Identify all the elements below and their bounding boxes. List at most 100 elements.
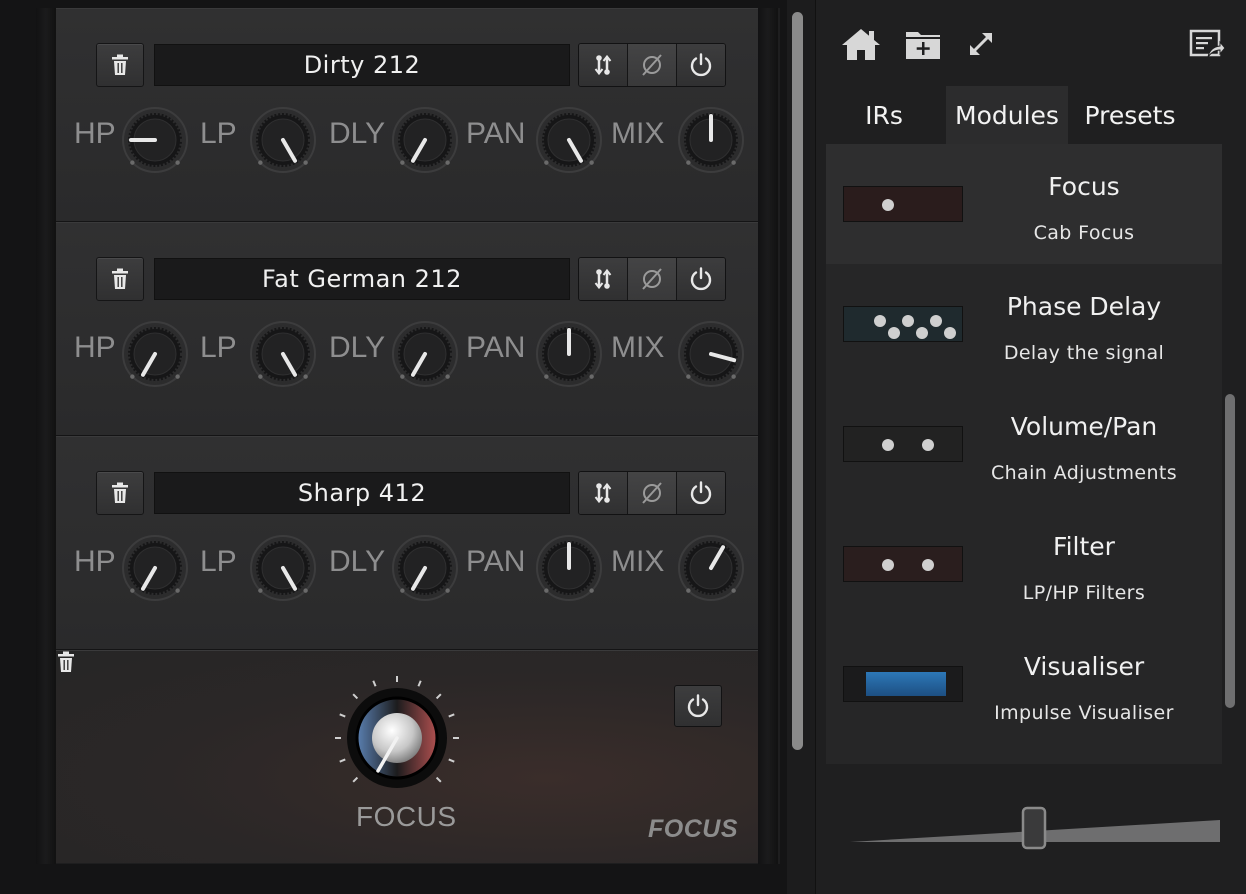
module-list-item[interactable]: Filter LP/HP Filters: [826, 504, 1222, 624]
cab-module: Fat German 212 HP LP DLY PAN MIX: [56, 222, 758, 437]
phase-invert-button[interactable]: [628, 44, 677, 86]
knob-limit-dot: [258, 374, 263, 379]
knob-limit-dot: [731, 588, 736, 593]
mix-knob[interactable]: [676, 319, 746, 389]
module-subtitle: Delay the signal: [1003, 342, 1165, 364]
thumb-knob: [902, 315, 914, 327]
thumb-knob: [874, 315, 886, 327]
focus-knob[interactable]: [332, 673, 462, 803]
hp-knob[interactable]: [120, 533, 190, 603]
module-list-item[interactable]: Focus Cab Focus: [826, 144, 1222, 264]
dly-knob[interactable]: [390, 533, 460, 603]
tab-presets[interactable]: Presets: [1072, 86, 1188, 144]
module-list-scrollbar[interactable]: [1225, 394, 1235, 708]
power-button[interactable]: [677, 258, 725, 300]
focus-tick: [448, 713, 455, 718]
dly-knob[interactable]: [390, 105, 460, 175]
hp-knob[interactable]: [120, 319, 190, 389]
pan-knob[interactable]: [534, 533, 604, 603]
knob-limit-dot: [445, 160, 450, 165]
focus-tick: [435, 693, 442, 700]
ir-name-field[interactable]: Sharp 412: [154, 472, 570, 514]
thumb-knob: [882, 439, 894, 451]
knob-limit-dot: [303, 374, 308, 379]
mix-knob[interactable]: [676, 533, 746, 603]
pan-knob[interactable]: [534, 105, 604, 175]
module-title: Volume/Pan: [1010, 412, 1158, 441]
module-button-group: [578, 43, 726, 87]
focus-tick: [352, 693, 359, 700]
knob-label-lp: LP: [200, 117, 237, 150]
lp-knob[interactable]: [248, 533, 318, 603]
swap-icon: [594, 268, 612, 290]
module-list-item[interactable]: Visualiser Impulse Visualiser: [826, 624, 1222, 744]
knob-label-hp: HP: [74, 545, 116, 578]
knob-limit-dot: [400, 588, 405, 593]
hp-knob[interactable]: [120, 105, 190, 175]
dly-knob[interactable]: [390, 319, 460, 389]
knob-limit-dot: [731, 160, 736, 165]
phase-icon: [642, 482, 662, 504]
export-button[interactable]: [1184, 24, 1230, 64]
swap-button[interactable]: [579, 44, 628, 86]
lp-knob[interactable]: [248, 105, 318, 175]
thumb-knob: [922, 559, 934, 571]
export-icon: [1189, 29, 1226, 58]
knob-limit-dot: [686, 374, 691, 379]
cab-module: Dirty 212 HP LP DLY PAN MIX: [56, 8, 758, 223]
swap-icon: [594, 54, 612, 76]
knob-label-pan: PAN: [466, 117, 526, 150]
module-thumbnail: [843, 306, 963, 342]
thumb-knob: [944, 327, 956, 339]
pan-knob[interactable]: [534, 319, 604, 389]
swap-icon: [594, 482, 612, 504]
phase-invert-button[interactable]: [628, 472, 677, 514]
delete-module-button[interactable]: [96, 43, 144, 87]
knob-limit-dot: [175, 160, 180, 165]
module-list: Focus Cab Focus Phase Delay Delay the si…: [826, 144, 1222, 764]
power-button[interactable]: [677, 472, 725, 514]
module-list-item[interactable]: Volume/Pan Chain Adjustments: [826, 384, 1222, 504]
knob-label-mix: MIX: [611, 331, 665, 364]
rack-rail-right: [758, 8, 778, 864]
knob-label-dly: DLY: [329, 117, 386, 150]
thumb-knob: [882, 559, 894, 571]
rack-scrollbar[interactable]: [789, 8, 807, 750]
phase-icon: [642, 268, 662, 290]
power-button[interactable]: [677, 44, 725, 86]
thumb-knob: [882, 199, 894, 211]
trash-icon: [112, 268, 128, 289]
focus-power-button[interactable]: [674, 685, 722, 727]
knob-limit-dot: [130, 588, 135, 593]
module-button-group: [578, 257, 726, 301]
module-subtitle: LP/HP Filters: [1022, 582, 1146, 604]
power-icon: [690, 267, 712, 291]
tab-irs[interactable]: IRs: [832, 86, 936, 144]
slider-thumb[interactable]: [1021, 806, 1047, 850]
ir-name-field[interactable]: Dirty 212: [154, 44, 570, 86]
knob-label-pan: PAN: [466, 331, 526, 364]
ir-name-field[interactable]: Fat German 212: [154, 258, 570, 300]
mix-knob[interactable]: [676, 105, 746, 175]
knob-label-dly: DLY: [329, 331, 386, 364]
browser-panel: IRs Modules Presets Focus Cab Focus Phas…: [815, 0, 1246, 894]
lp-knob[interactable]: [248, 319, 318, 389]
knob-limit-dot: [589, 374, 594, 379]
module-list-item[interactable]: Phase Delay Delay the signal: [826, 264, 1222, 384]
focus-tick: [339, 713, 346, 718]
swap-button[interactable]: [579, 472, 628, 514]
new-folder-button[interactable]: [900, 24, 946, 64]
expand-button[interactable]: [958, 24, 1004, 64]
swap-button[interactable]: [579, 258, 628, 300]
module-thumbnail: [843, 186, 963, 222]
home-button[interactable]: [838, 24, 884, 64]
delete-module-button[interactable]: [96, 471, 144, 515]
delete-module-button[interactable]: [96, 257, 144, 301]
focus-logo: FOCUS: [648, 815, 738, 843]
thumbnail-size-slider[interactable]: [848, 800, 1220, 852]
rack-scrollbar-thumb[interactable]: [792, 12, 803, 750]
power-icon: [687, 694, 709, 718]
tab-modules[interactable]: Modules: [946, 86, 1068, 144]
phase-invert-button[interactable]: [628, 258, 677, 300]
rack-rail-left: [36, 8, 56, 864]
